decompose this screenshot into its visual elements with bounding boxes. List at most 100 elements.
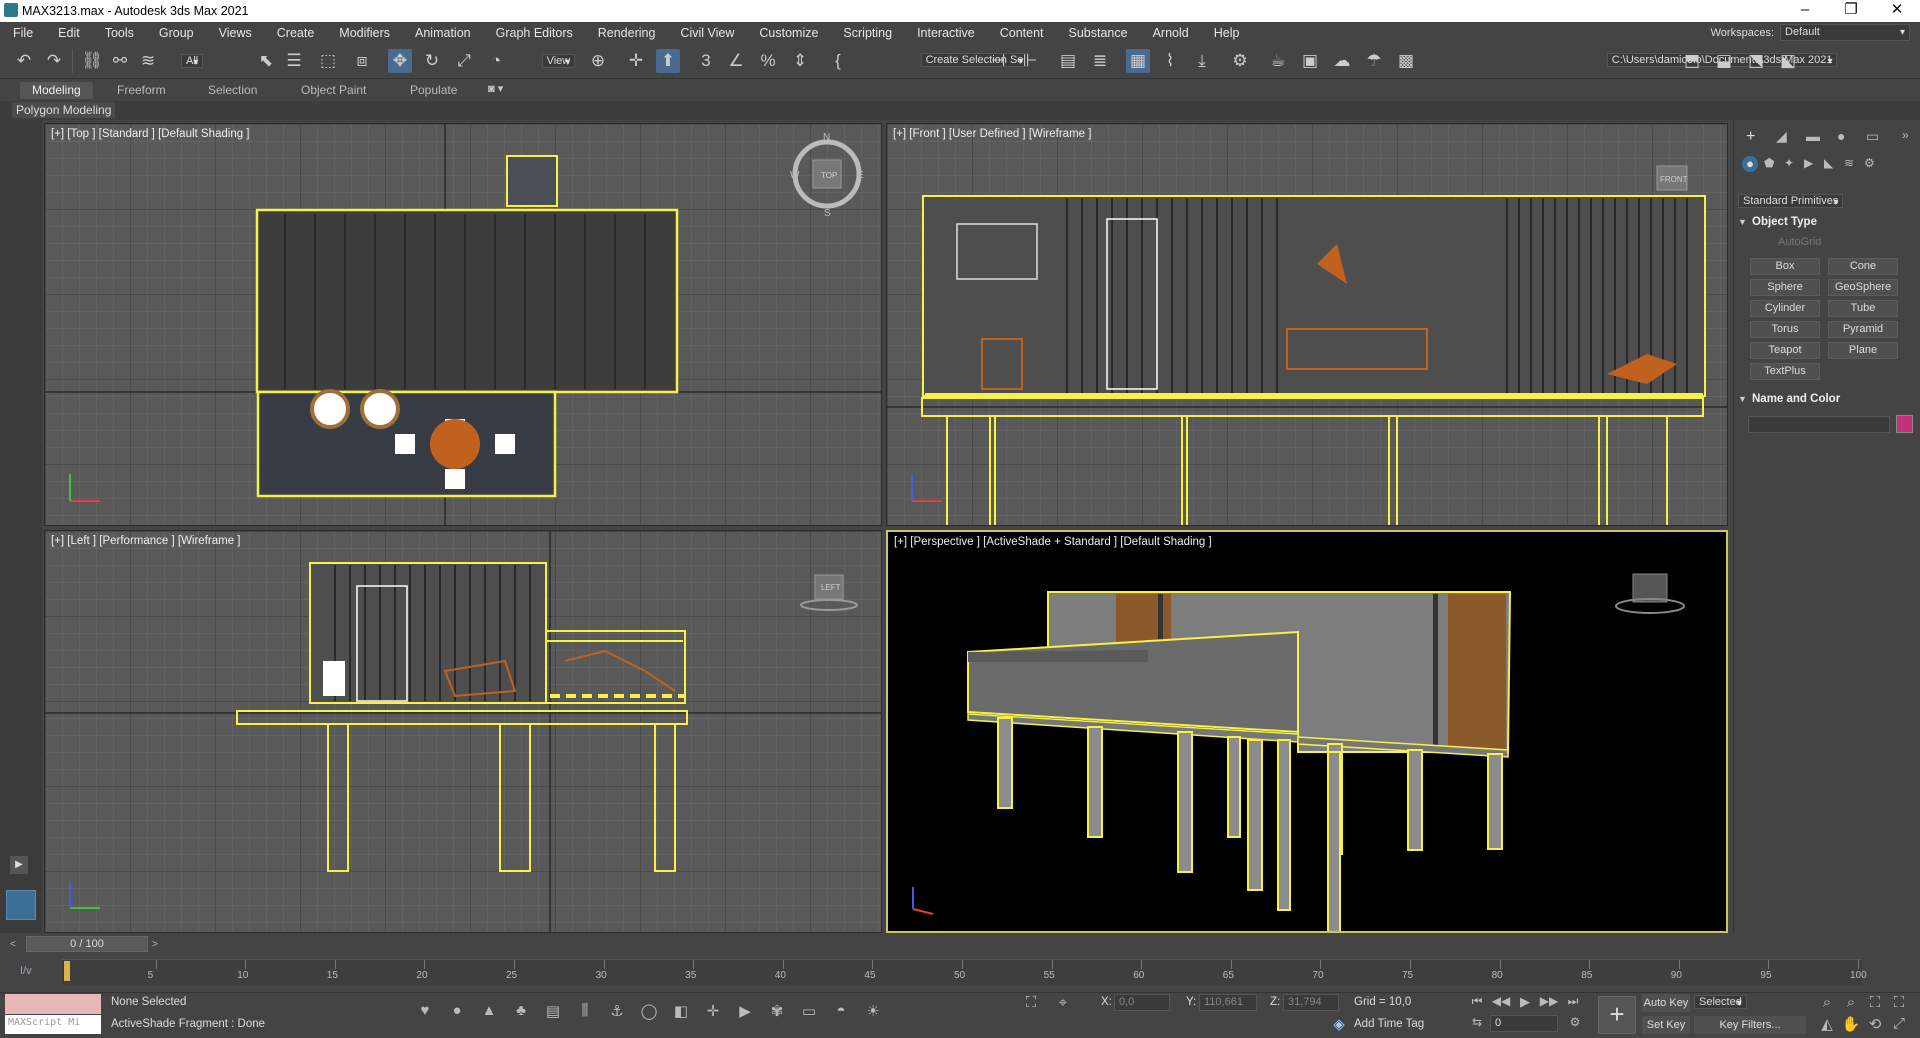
- pyramid-button[interactable]: Pyramid: [1828, 321, 1898, 338]
- object-color-swatch[interactable]: [1896, 415, 1913, 433]
- hierarchy-tab-icon[interactable]: ▬: [1806, 128, 1820, 144]
- menu-scripting[interactable]: Scripting: [830, 26, 904, 40]
- go-to-end-icon[interactable]: ⏭: [1562, 994, 1584, 1009]
- time-tag-icon[interactable]: ◈: [1328, 1015, 1350, 1033]
- percent-snap-icon[interactable]: %: [756, 49, 780, 73]
- set-key-big-icon[interactable]: +: [1598, 996, 1636, 1034]
- undo-icon[interactable]: ↶: [12, 49, 36, 73]
- menu-customize[interactable]: Customize: [746, 26, 830, 40]
- add-time-tag[interactable]: Add Time Tag: [1354, 1018, 1424, 1030]
- scene-icon-12[interactable]: ✾: [766, 1002, 788, 1020]
- scene-icon-8[interactable]: ◯: [638, 1002, 660, 1020]
- pivot-center-icon[interactable]: ⊕: [586, 49, 610, 73]
- zoom-icon[interactable]: ⌕: [1816, 994, 1838, 1011]
- object-type-heading[interactable]: Object Type: [1752, 216, 1817, 228]
- scale-icon[interactable]: ⤢: [452, 49, 476, 73]
- viewport-top-label[interactable]: [+] [Top ] [Standard ] [Default Shading …: [51, 128, 250, 140]
- toggle-ribbon-icon[interactable]: ▦: [1126, 49, 1150, 73]
- align-icon[interactable]: ⊩: [1018, 49, 1042, 73]
- cameras-icon[interactable]: ▶: [1804, 156, 1813, 170]
- menu-modifiers[interactable]: Modifiers: [326, 26, 402, 40]
- render-setup-icon[interactable]: ☕: [1266, 49, 1290, 73]
- pan-icon[interactable]: ✋: [1840, 1015, 1862, 1033]
- polygon-modeling-panel[interactable]: Polygon Modeling: [12, 102, 116, 118]
- tab-modeling[interactable]: Modeling: [20, 82, 93, 99]
- scene-icon-3[interactable]: ▲: [478, 1002, 500, 1019]
- tube-button[interactable]: Tube: [1828, 300, 1898, 317]
- primitive-category-dropdown[interactable]: Standard Primitives: [1738, 194, 1844, 208]
- bind-spacewarp-icon[interactable]: ≋: [136, 49, 160, 73]
- scene-explorer-icon[interactable]: ▤: [1056, 49, 1080, 73]
- window-crossing-icon[interactable]: ⧈: [350, 49, 374, 73]
- tab-selection[interactable]: Selection: [196, 82, 269, 99]
- menu-file[interactable]: File: [0, 26, 45, 40]
- maximize-button[interactable]: ❐: [1828, 0, 1874, 22]
- curve-editor-icon[interactable]: ⌇: [1158, 49, 1182, 73]
- set-key-button[interactable]: Set Key: [1642, 1016, 1690, 1034]
- current-frame-field[interactable]: 0: [1490, 1015, 1558, 1032]
- scene-icon-11[interactable]: ▶: [734, 1002, 756, 1020]
- link-icon[interactable]: ⛓: [80, 49, 104, 73]
- rotate-icon[interactable]: ↻: [420, 49, 444, 73]
- scene-icon-10[interactable]: ✛: [702, 1002, 724, 1020]
- tab-object-paint[interactable]: Object Paint: [289, 82, 378, 99]
- zoom-all-icon[interactable]: ⌕: [1840, 994, 1862, 1011]
- a360-gallery-icon[interactable]: ▩: [1394, 49, 1418, 73]
- scene-icon-4[interactable]: ♣: [510, 1002, 532, 1019]
- scene-icon-5[interactable]: ▤: [542, 1002, 564, 1020]
- zoom-extents-all-icon[interactable]: ⛶: [1888, 994, 1910, 1011]
- box-button[interactable]: Box: [1750, 258, 1820, 275]
- menu-help[interactable]: Help: [1201, 26, 1252, 40]
- tab-populate[interactable]: Populate: [398, 82, 469, 99]
- torus-button[interactable]: Torus: [1750, 321, 1820, 338]
- close-button[interactable]: ✕: [1874, 0, 1920, 22]
- schematic-view-icon[interactable]: ⤓: [1190, 49, 1214, 73]
- viewport-perspective[interactable]: [+] [Perspective ] [ActiveShade + Standa…: [886, 530, 1728, 933]
- snaps-toggle-icon[interactable]: 3: [694, 49, 718, 73]
- shapes-icon[interactable]: ⬟: [1764, 156, 1774, 170]
- rect-selection-icon[interactable]: ⬚: [316, 49, 340, 73]
- x-coordinate-field[interactable]: 0,0: [1114, 994, 1170, 1011]
- time-slider-next-icon[interactable]: >: [152, 939, 158, 950]
- play-icon[interactable]: ▶: [1514, 994, 1536, 1010]
- textplus-button[interactable]: TextPlus: [1750, 363, 1820, 380]
- y-coordinate-field[interactable]: 110,661: [1199, 994, 1257, 1011]
- isolate-icon[interactable]: ♥: [414, 1002, 436, 1019]
- rollout-collapse-icon[interactable]: ▼: [1738, 217, 1747, 227]
- field-of-view-icon[interactable]: ◭: [1816, 1015, 1838, 1033]
- zoom-extents-icon[interactable]: ⛶: [1864, 994, 1886, 1011]
- key-filters-button[interactable]: Key Filters...: [1694, 1016, 1806, 1034]
- menu-graph-editors[interactable]: Graph Editors: [483, 26, 585, 40]
- move-icon[interactable]: ✥: [388, 49, 412, 73]
- geometry-icon[interactable]: ●: [1742, 156, 1758, 172]
- object-name-field[interactable]: [1748, 416, 1890, 433]
- render-in-cloud-icon[interactable]: ☂: [1362, 49, 1386, 73]
- render-production-icon[interactable]: ☁: [1330, 49, 1354, 73]
- project-icon-2[interactable]: ⬓: [1712, 49, 1736, 73]
- time-slider[interactable]: 0 / 100: [26, 936, 148, 952]
- lights-icon[interactable]: ✦: [1784, 156, 1794, 170]
- absolute-mode-icon[interactable]: ⌖: [1052, 994, 1074, 1011]
- rendered-frame-window-icon[interactable]: ▣: [1298, 49, 1322, 73]
- menu-animation[interactable]: Animation: [402, 26, 483, 40]
- viewport-top[interactable]: TOP N S E W [+] [Top ] [Standard ] [Defa…: [44, 123, 882, 526]
- angle-snap-icon[interactable]: ∠: [724, 49, 748, 73]
- tab-freeform[interactable]: Freeform: [105, 82, 178, 99]
- maxscript-mini-listener[interactable]: MAXScript Mi: [5, 1015, 101, 1034]
- key-mode-toggle-icon[interactable]: ⇆: [1466, 1015, 1488, 1029]
- named-selection-set-dropdown[interactable]: Create Selection Se: [920, 53, 1029, 67]
- expand-scene-explorer-icon[interactable]: ▶: [10, 856, 28, 874]
- z-coordinate-field[interactable]: 31,794: [1283, 994, 1339, 1011]
- geosphere-button[interactable]: GeoSphere: [1828, 279, 1898, 296]
- selection-lock-toggle-icon[interactable]: ⛶: [1020, 994, 1042, 1011]
- cylinder-button[interactable]: Cylinder: [1750, 300, 1820, 317]
- sphere-button[interactable]: Sphere: [1750, 279, 1820, 296]
- maxscript-listener-pink[interactable]: [5, 994, 101, 1014]
- placement-icon[interactable]: ◔: [484, 49, 508, 73]
- name-and-color-heading[interactable]: Name and Color: [1752, 393, 1840, 405]
- layer-explorer-icon[interactable]: ≣: [1088, 49, 1112, 73]
- systems-icon[interactable]: ⚙: [1864, 156, 1875, 170]
- selection-filter-dropdown[interactable]: All: [181, 54, 204, 68]
- keyboard-shortcut-override-icon[interactable]: ⬆: [656, 49, 680, 73]
- project-icon-3[interactable]: ⬔: [1744, 49, 1768, 73]
